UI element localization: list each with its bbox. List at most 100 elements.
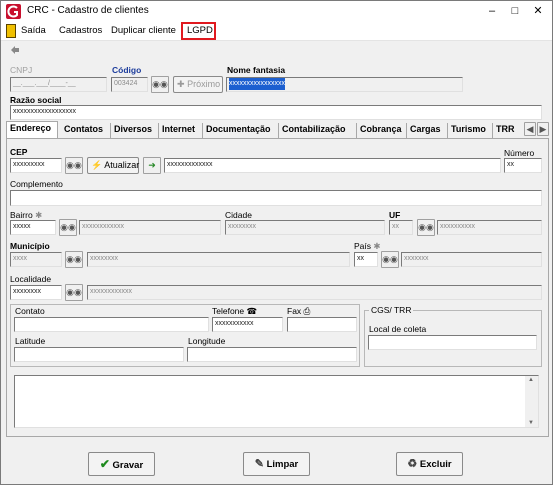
tab-cargo[interactable]: Cargas (407, 123, 448, 138)
cep-field[interactable]: xxxxxxxxx (10, 158, 62, 173)
update-button[interactable]: ⚡ Atualizar (87, 157, 139, 174)
phone-label-text: Telefone (212, 306, 245, 316)
contact-field[interactable] (14, 317, 209, 332)
lightning-icon: ⚡ (91, 160, 103, 170)
tab-documentation[interactable]: Documentação (203, 123, 279, 138)
phone-field[interactable]: xxxxxxxxxxx (212, 317, 283, 332)
contact-label: Contato (15, 306, 45, 316)
trade-name-label: Nome fantasia (227, 65, 286, 75)
fax-field[interactable] (287, 317, 357, 332)
menu-lgpd[interactable]: LGPD (187, 25, 213, 36)
next-label: Próximo (187, 79, 221, 89)
binoculars-icon: ◉◉ (66, 254, 82, 264)
fax-label: Fax ⎙ (287, 306, 310, 317)
tab-tourism[interactable]: Turismo (448, 123, 493, 138)
clear-button[interactable]: ✎ Limpar (243, 452, 310, 476)
cgs-trr-group-label: CGS/ TRR (369, 305, 414, 315)
tab-internet[interactable]: Internet (159, 123, 203, 138)
country-name-field: xxxxxxx (401, 252, 542, 267)
complement-label: Complemento (10, 179, 63, 189)
menu-exit[interactable]: Saída (21, 25, 46, 36)
window: CRC - Cadastro de clientes – □ ✕ Saída C… (0, 0, 553, 485)
municipality-name-field: xxxxxxxx (87, 252, 350, 267)
company-name-label: Razão social (10, 95, 62, 105)
binoculars-icon: ◉◉ (418, 222, 434, 232)
delete-label: Excluir (419, 459, 452, 470)
update-label: Atualizar (104, 160, 140, 170)
municipality-label: Município (10, 241, 50, 251)
complement-field[interactable] (10, 190, 542, 206)
latitude-field[interactable] (14, 347, 184, 362)
collection-place-field[interactable] (368, 335, 537, 350)
fax-icon: ⎙ (303, 306, 311, 316)
exit-icon (6, 24, 16, 38)
save-label: Gravar (112, 460, 144, 471)
tab-billing[interactable]: Cobrança (357, 123, 407, 138)
locality-code-field[interactable]: xxxxxxxx (10, 285, 62, 300)
country-code-field[interactable]: xx (354, 252, 378, 267)
code-search-button[interactable]: ◉◉ (151, 76, 169, 93)
broom-icon: ✎ (254, 458, 264, 470)
tab-scroll-right-button[interactable]: ▶ (537, 122, 549, 136)
locality-name-field: xxxxxxxxxxxx (87, 285, 542, 300)
district-search-button[interactable]: ◉◉ (59, 219, 77, 236)
district-code-field[interactable]: xxxxx (10, 220, 56, 235)
longitude-field[interactable] (187, 347, 357, 362)
code-field[interactable]: 003424 (111, 77, 148, 92)
app-logo-icon (6, 4, 21, 19)
delete-button[interactable]: ♻ Excluir (396, 452, 463, 476)
tab-accounting[interactable]: Contabilização (279, 123, 357, 138)
tab-contacts[interactable]: Contatos (61, 123, 111, 138)
clear-label: Limpar (266, 459, 299, 470)
street-field[interactable]: xxxxxxxxxxxxx (164, 158, 501, 173)
uf-name-field: xxxxxxxxxx (437, 220, 542, 235)
country-search-button[interactable]: ◉◉ (381, 251, 399, 268)
latitude-label: Latitude (15, 336, 46, 346)
district-label-text: Bairro (10, 210, 33, 220)
open-address-button[interactable]: ➜ (143, 157, 161, 174)
next-button[interactable]: ✚ Próximo (173, 76, 223, 93)
tab-scroll-left-button[interactable]: ◀ (524, 122, 536, 136)
notes-textarea[interactable]: ▲ ▼ (14, 375, 539, 428)
save-button[interactable]: ✔ Gravar (88, 452, 155, 476)
locality-search-button[interactable]: ◉◉ (65, 284, 83, 301)
menu-records[interactable]: Cadastros (59, 25, 102, 36)
checkmark-icon: ✔ (99, 457, 110, 471)
tab-address[interactable]: Endereço (6, 121, 58, 138)
number-label: Número (504, 148, 535, 158)
notes-scrollbar[interactable]: ▲ ▼ (525, 376, 538, 427)
trade-name-field[interactable]: xxxxxxxxxxxxxxxx (226, 77, 463, 92)
city-field: xxxxxxxx (225, 220, 385, 235)
country-lookup-icon: ✱ (373, 241, 381, 251)
binoculars-icon: ◉◉ (66, 160, 82, 170)
tab-misc[interactable]: Diversos (111, 123, 159, 138)
tab-bar: Endereço Contatos Diversos Internet Docu… (6, 121, 551, 138)
title-bar: CRC - Cadastro de clientes – □ ✕ (1, 1, 552, 22)
municipality-code-field[interactable]: xxxx (10, 252, 62, 267)
window-title: CRC - Cadastro de clientes (27, 5, 149, 16)
menu-duplicate-client[interactable]: Duplicar cliente (111, 25, 176, 36)
cep-search-button[interactable]: ◉◉ (65, 157, 83, 174)
city-label: Cidade (225, 210, 252, 220)
plus-icon: ✚ (177, 79, 185, 89)
scroll-up-icon[interactable]: ▲ (528, 377, 534, 383)
uf-code-field[interactable]: xx (389, 220, 413, 235)
minimize-button[interactable]: – (481, 2, 503, 20)
cnpj-field[interactable]: __.___.___/____-__ (10, 77, 107, 92)
cep-label: CEP (10, 147, 28, 157)
telephone-icon: ☎ (246, 306, 258, 316)
binoculars-icon: ◉◉ (382, 254, 398, 264)
number-field[interactable]: xx (504, 158, 542, 173)
binoculars-icon: ◉◉ (60, 222, 76, 232)
close-button[interactable]: ✕ (527, 2, 549, 20)
tab-trr[interactable]: TRR (493, 123, 521, 138)
district-name-field: xxxxxxxxxxxx (79, 220, 221, 235)
company-name-field[interactable]: xxxxxxxxxxxxxxxxxx (10, 105, 542, 120)
binoculars-icon: ◉◉ (152, 79, 168, 89)
maximize-button[interactable]: □ (504, 2, 526, 20)
code-label: Código (112, 65, 142, 75)
uf-search-button[interactable]: ◉◉ (417, 219, 435, 236)
refresh-icon[interactable] (9, 44, 21, 56)
municipality-search-button[interactable]: ◉◉ (65, 251, 83, 268)
scroll-down-icon[interactable]: ▼ (528, 420, 534, 426)
